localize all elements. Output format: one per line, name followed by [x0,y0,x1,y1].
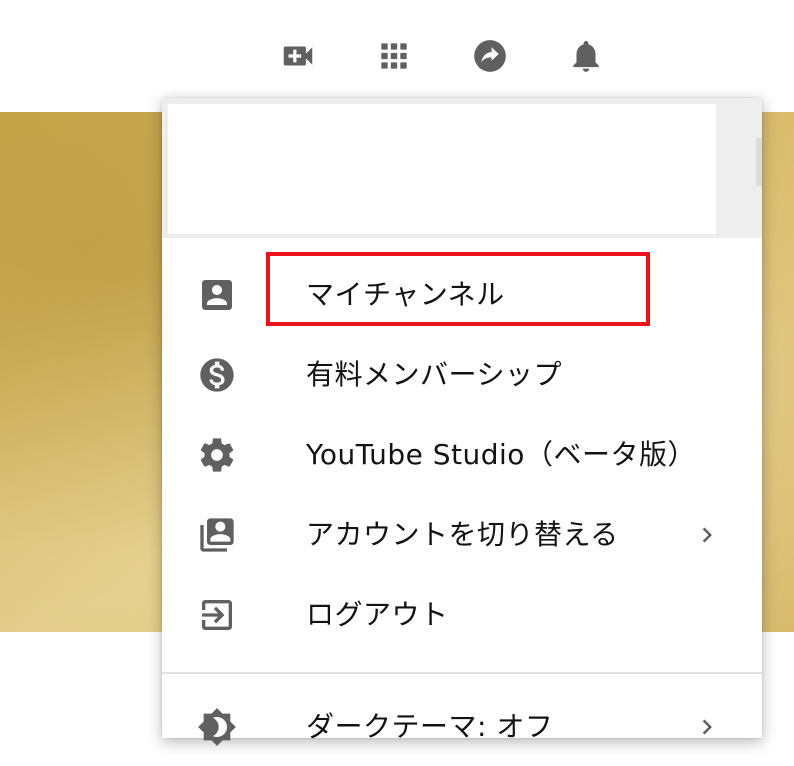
chevron-right-icon [692,712,722,742]
menu-item-my-channel[interactable]: マイチャンネル [162,256,762,334]
account-menu: マイチャンネル 有料メンバーシップ YouTube Studio（ベータ版） ア… [162,98,762,746]
menu-item-switch-account[interactable]: アカウントを切り替える [162,496,762,574]
menu-item-label: マイチャンネル [306,278,505,311]
menu-divider [162,672,762,674]
menu-item-paid-memberships[interactable]: 有料メンバーシップ [162,336,762,414]
menu-item-label: ログアウト [306,598,449,631]
account-box-icon [196,274,238,316]
menu-item-label: アカウントを切り替える [306,518,619,551]
create-video-icon[interactable] [278,36,318,76]
masthead [0,0,794,112]
menu-item-dark-theme[interactable]: ダークテーマ: オフ [162,688,762,766]
account-info-card [168,104,716,234]
exit-icon [196,594,238,636]
menu-item-sign-out[interactable]: ログアウト [162,576,762,654]
menu-item-youtube-studio[interactable]: YouTube Studio（ベータ版） [162,416,762,494]
gear-icon [196,434,238,476]
switch-account-icon [196,514,238,556]
share-icon[interactable] [470,36,510,76]
menu-item-label: 有料メンバーシップ [306,358,562,391]
dollar-circle-icon [196,354,238,396]
bell-icon[interactable] [566,36,606,76]
scrollbar[interactable] [756,138,762,186]
menu-item-label: YouTube Studio（ベータ版） [306,438,696,471]
menu-item-label: ダークテーマ: オフ [306,710,554,743]
dark-theme-icon [196,706,238,748]
account-menu-header [162,98,762,238]
apps-grid-icon[interactable] [374,36,414,76]
chevron-right-icon [692,520,722,550]
